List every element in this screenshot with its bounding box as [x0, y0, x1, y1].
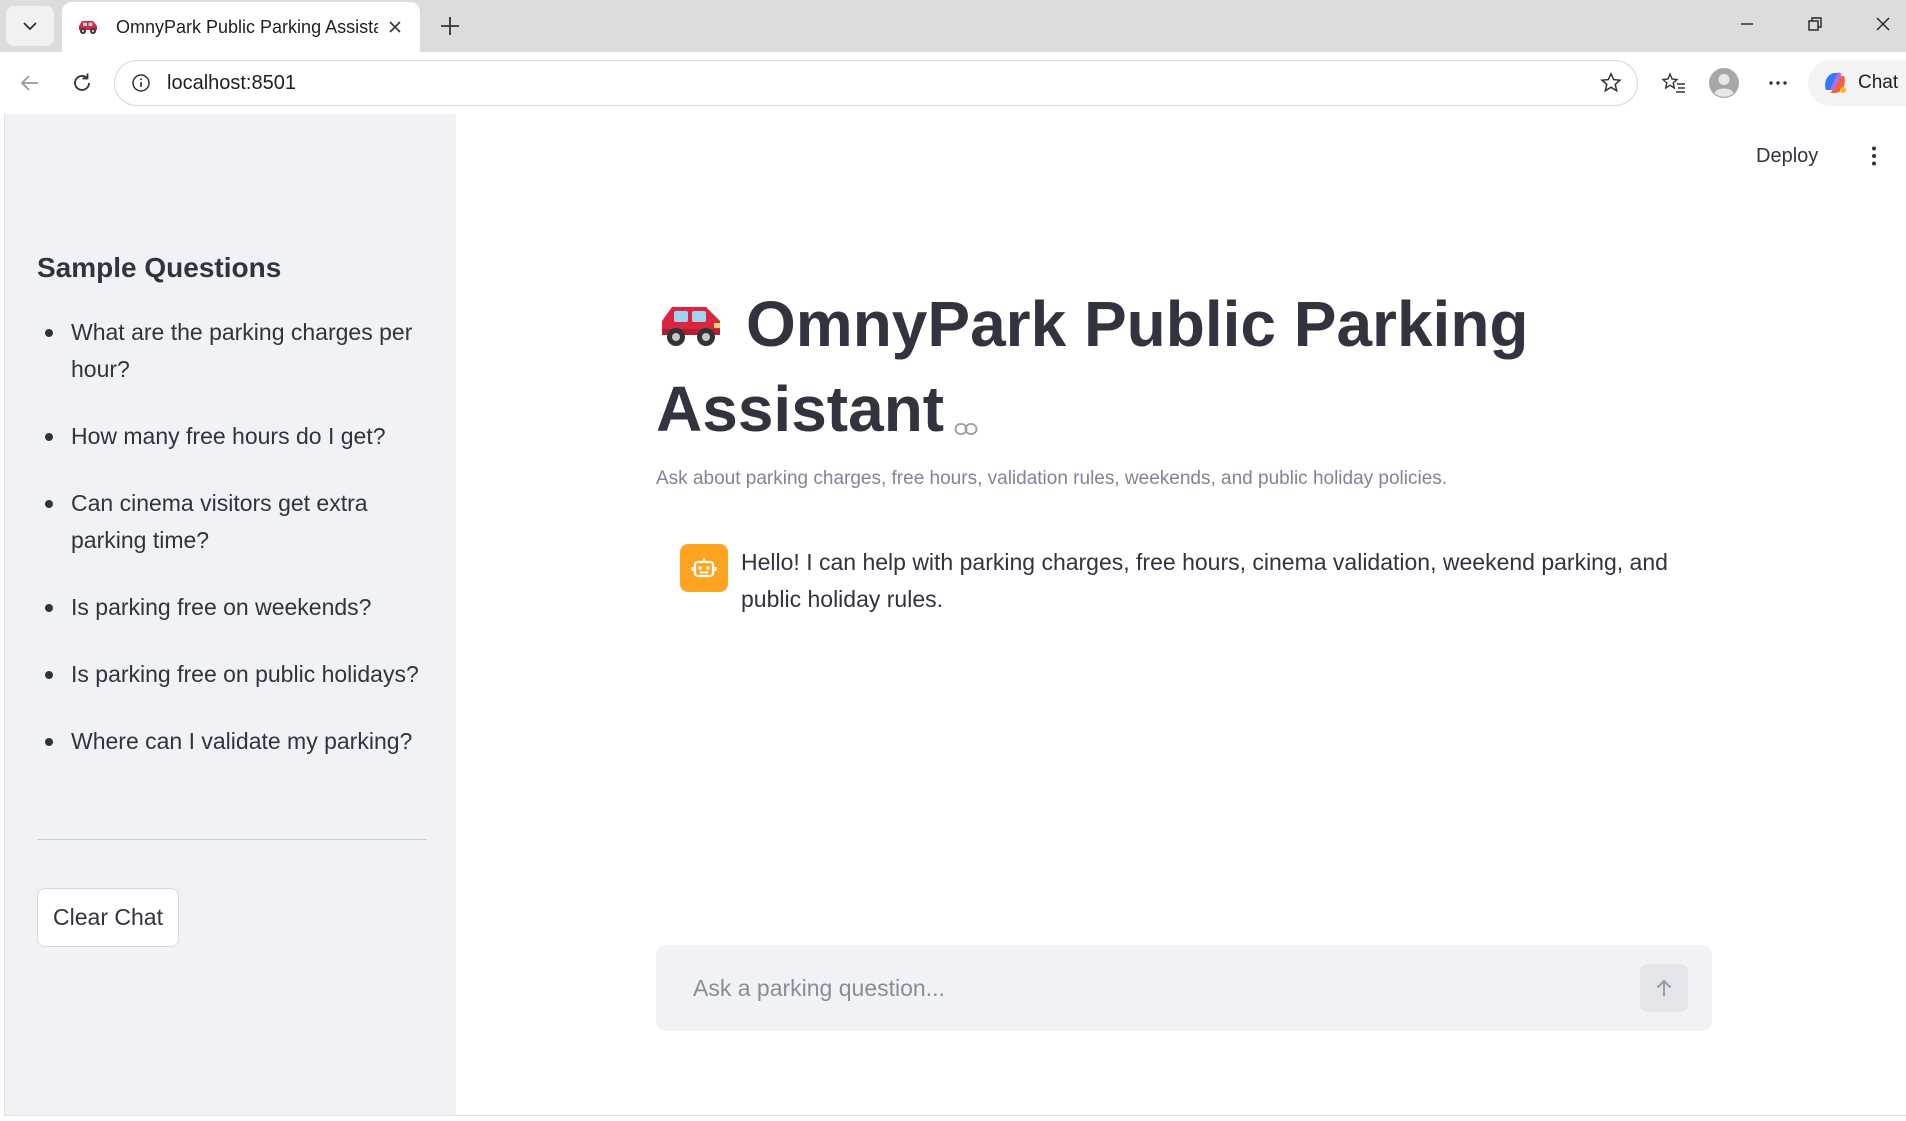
more-horizontal-icon — [1769, 81, 1787, 85]
info-icon[interactable] — [129, 71, 153, 95]
profile-button[interactable] — [1704, 63, 1744, 103]
sample-question: Is parking free on weekends? — [37, 589, 427, 626]
avatar-icon — [1709, 68, 1739, 98]
page-subtitle: Ask about parking charges, free hours, v… — [656, 468, 1448, 489]
sample-question: How many free hours do I get? — [37, 418, 427, 455]
chat-label: Chat — [1858, 72, 1899, 93]
robot-icon — [680, 544, 728, 592]
tab-list-button[interactable] — [6, 6, 54, 46]
url-text: localhost:8501 — [167, 71, 296, 94]
reload-button[interactable] — [62, 63, 102, 103]
minimize-icon — [1741, 23, 1753, 25]
send-button[interactable] — [1640, 964, 1688, 1012]
close-icon[interactable] — [384, 16, 406, 38]
arrow-up-icon — [1656, 979, 1672, 996]
back-button[interactable] — [10, 63, 50, 103]
sample-question: Can cinema visitors get extra parking ti… — [37, 485, 427, 559]
deploy-button[interactable]: Deploy — [1756, 138, 1818, 174]
reload-icon — [74, 73, 90, 91]
address-bar[interactable]: localhost:8501 — [114, 60, 1638, 106]
arrow-left-icon — [20, 75, 38, 91]
main-menu-button[interactable] — [1856, 138, 1892, 174]
favorites-list-icon — [1661, 72, 1685, 93]
chevron-down-icon — [23, 22, 37, 31]
link-icon[interactable] — [954, 374, 978, 454]
sidebar-divider — [37, 839, 427, 840]
browser-toolbar: localhost:8501 Chat — [0, 52, 1906, 114]
tab-title: OmnyPark Public Parking Assistant — [116, 16, 378, 37]
car-icon — [76, 16, 102, 38]
sidebar: Sample Questions What are the parking ch… — [5, 114, 456, 1115]
minimize-button[interactable] — [1720, 6, 1774, 42]
app-frame: Sample Questions What are the parking ch… — [4, 114, 1906, 1116]
page-title-text: OmnyPark Public Parking Assistant — [656, 288, 1529, 446]
assistant-message-text: Hello! I can help with parking charges, … — [741, 549, 1668, 612]
copilot-icon — [1825, 72, 1846, 93]
assistant-message: Hello! I can help with parking charges, … — [680, 544, 1680, 618]
chat-input[interactable]: Ask a parking question... — [656, 945, 1712, 1031]
clear-chat-button[interactable]: Clear Chat — [37, 888, 179, 947]
copilot-chat-button[interactable]: Chat — [1808, 60, 1906, 106]
page-title: OmnyPark Public Parking Assistant — [656, 284, 1576, 454]
restore-button[interactable] — [1788, 6, 1842, 42]
window-close-button[interactable] — [1856, 6, 1906, 42]
more-vertical-icon — [1872, 146, 1876, 166]
favorites-button[interactable] — [1654, 63, 1694, 103]
sidebar-heading: Sample Questions — [37, 252, 282, 283]
car-icon — [656, 289, 726, 369]
sample-questions-list: What are the parking charges per hour? H… — [37, 314, 427, 790]
restore-icon — [1808, 17, 1822, 31]
new-tab-button[interactable] — [432, 10, 468, 42]
sample-question: Where can I validate my parking? — [37, 723, 427, 760]
more-options-button[interactable] — [1758, 63, 1798, 103]
chat-input-placeholder: Ask a parking question... — [693, 974, 945, 1001]
close-icon — [1876, 17, 1890, 31]
sample-question: What are the parking charges per hour? — [37, 314, 427, 388]
browser-tab[interactable]: OmnyPark Public Parking Assistant — [62, 2, 420, 52]
plus-icon — [441, 17, 459, 35]
main-content: Deploy OmnyPark Public Parking Assistant… — [456, 114, 1906, 1115]
favorite-star-icon[interactable] — [1591, 63, 1631, 103]
sample-question: Is parking free on public holidays? — [37, 656, 427, 693]
browser-tab-bar: OmnyPark Public Parking Assistant — [0, 0, 1906, 52]
